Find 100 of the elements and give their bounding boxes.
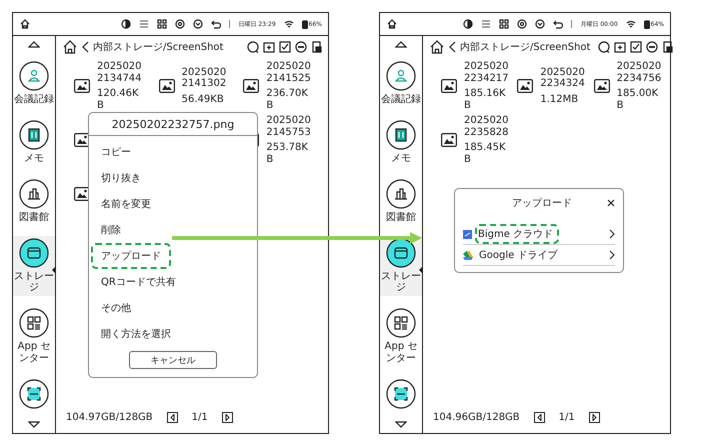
new-folder-icon[interactable] [263,41,275,53]
back-icon[interactable] [211,19,222,29]
sidebar-item[interactable]: メモ [13,118,55,166]
battery-icon[interactable] [644,20,650,28]
file-name[interactable]: 20250202234217 [464,61,510,84]
file-size: 253.78KB [266,142,309,165]
image-file-icon[interactable] [243,79,260,93]
sidebar-item[interactable]: ストレージ [380,236,422,296]
more-icon[interactable] [646,41,658,53]
sidebar-item[interactable]: App センター [380,306,422,366]
checkbox-icon[interactable] [279,41,291,53]
file-size: 56.49KB [182,94,225,106]
sidebar-item[interactable]: 会議記録 [13,58,55,107]
home-icon[interactable] [429,39,445,55]
storage-usage: 104.96GB/128GB [433,412,520,422]
file-name[interactable]: 20250202134744 [97,61,143,84]
search-icon[interactable] [247,41,259,53]
back-icon[interactable] [553,19,564,29]
down-arrow-icon[interactable] [28,421,40,429]
apps-icon[interactable] [386,308,416,338]
file-size: 185.16KB [464,88,507,111]
wifi-icon[interactable] [626,20,636,28]
close-icon[interactable] [607,199,615,207]
memo-icon[interactable] [19,120,49,150]
image-file-icon[interactable] [74,133,90,147]
image-file-icon[interactable] [594,79,610,93]
next-page-button[interactable] [222,412,233,422]
chevron-circle-icon[interactable] [193,19,204,29]
up-arrow-icon[interactable] [28,40,40,48]
sidebar-item[interactable]: 図書館 [13,176,55,225]
meeting-icon[interactable] [386,60,416,90]
storage-icon[interactable] [19,238,49,268]
sidebar-item[interactable]: メモ [380,118,422,166]
menu-icon[interactable] [481,19,492,29]
image-file-icon[interactable] [74,187,90,201]
scan-icon[interactable] [19,378,49,408]
back-chevron-icon[interactable] [449,41,456,53]
home-icon[interactable] [386,18,398,30]
image-file-icon[interactable] [441,79,457,93]
previous-page-button[interactable] [534,412,545,422]
menu-item[interactable]: 開く方法を選択 [91,321,181,347]
image-file-icon[interactable] [158,79,175,93]
apps-icon[interactable] [19,308,49,338]
file-name[interactable]: 20250202141525 [266,61,312,84]
drive-icon [463,250,473,260]
image-file-icon[interactable] [517,79,534,93]
up-arrow-icon[interactable] [395,40,407,48]
settings-icon[interactable] [175,19,186,29]
grid-icon[interactable] [499,19,510,29]
new-folder-icon[interactable] [614,41,626,53]
menu-item[interactable]: 名前を変更 [91,191,161,217]
storage-usage: 104.97GB/128GB [66,412,153,422]
contrast-icon[interactable] [121,19,132,29]
dialog-title: アップロード [511,196,573,210]
sidebar-item[interactable]: 会議記録 [380,58,422,107]
triangle-left-icon [536,414,542,420]
sidebar-item[interactable]: 図書館 [380,176,422,225]
home-icon[interactable] [62,39,78,55]
more-icon[interactable] [295,41,307,53]
menu-icon[interactable] [139,19,150,29]
wifi-icon[interactable] [284,20,294,28]
storage-icon[interactable] [386,238,416,268]
down-arrow-icon[interactable] [395,421,407,429]
sidebar-item[interactable]: App センター [13,306,55,366]
checkbox-icon[interactable] [630,41,642,53]
sd-card-icon[interactable] [662,41,674,53]
file-name[interactable]: 20250202141302 [182,66,228,90]
menu-item[interactable]: コピー [91,139,141,165]
triangle-right-icon [592,414,597,420]
settings-icon[interactable] [517,19,528,29]
search-icon[interactable] [598,41,610,53]
home-icon[interactable] [19,18,31,30]
next-page-button[interactable] [588,412,600,422]
battery-icon[interactable] [302,20,308,28]
back-chevron-icon[interactable] [82,41,89,53]
menu-item[interactable]: アップロード [91,243,171,269]
file-name[interactable]: 20250202235828 [464,115,510,138]
menu-item[interactable]: 削除 [91,217,131,243]
file-name[interactable]: 20250202234324 [540,66,586,90]
file-name[interactable]: 20250202234756 [616,61,662,84]
sd-card-icon[interactable] [311,41,322,53]
library-icon[interactable] [19,178,49,208]
file-name[interactable]: 20250202145753 [266,115,312,138]
memo-icon[interactable] [386,120,416,150]
image-file-icon[interactable] [441,133,457,147]
meeting-icon[interactable] [19,60,49,90]
scan-icon[interactable] [386,378,416,408]
upload-option[interactable]: Google ドライブ [463,245,615,266]
contrast-icon[interactable] [463,19,474,29]
image-file-icon[interactable] [74,79,90,93]
menu-item[interactable]: 切り抜き [91,165,151,191]
folder-path: 内部ストレージ/ScreenShot [460,40,590,54]
menu-item[interactable]: QRコードで共有 [91,269,186,295]
grid-icon[interactable] [157,19,168,29]
menu-item[interactable]: その他 [91,295,141,321]
library-icon[interactable] [386,178,416,208]
chevron-circle-icon[interactable] [535,19,546,29]
previous-page-button[interactable] [166,412,178,422]
cancel-button[interactable]: キャンセル [129,351,217,369]
sidebar-item[interactable]: ストレージ [13,236,55,296]
